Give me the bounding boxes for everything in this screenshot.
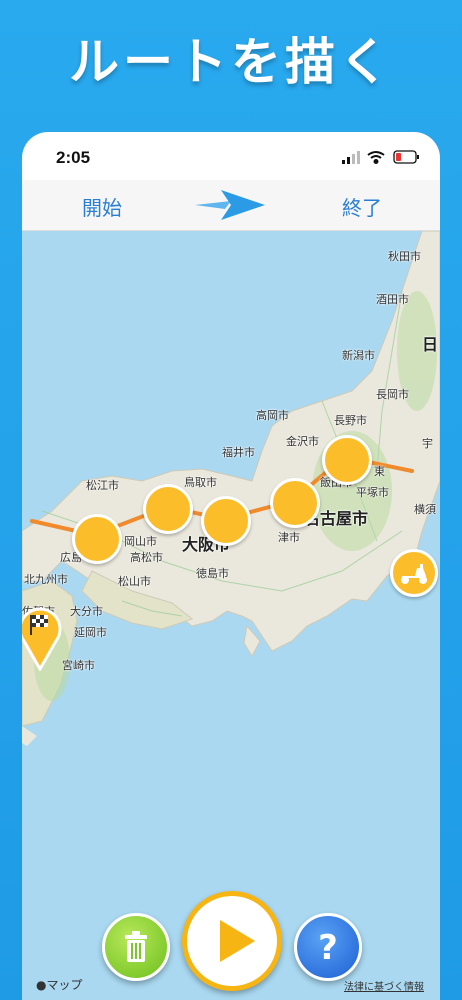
city-label: 長野市 [334, 414, 367, 427]
city-label: 平塚市 [356, 486, 389, 499]
route-stop[interactable] [322, 435, 372, 485]
route-stop[interactable] [270, 478, 320, 528]
svg-text:?: ? [318, 928, 338, 968]
city-label: 延岡市 [74, 626, 107, 639]
city-label: 宮崎市 [62, 659, 95, 672]
city-label: 岡山市 [124, 535, 157, 548]
city-label: 横須 [414, 503, 436, 516]
city-label: 鳥取市 [184, 476, 217, 489]
city-label: 大分市 [70, 605, 103, 618]
city-label: 新潟市 [342, 349, 375, 362]
map-view[interactable]: 秋田市 酒田市 新潟市 日 長岡市 高岡市 長野市 福井市 金沢市 松江市 鳥取… [22, 231, 440, 1000]
question-icon: ? [318, 928, 338, 968]
city-label: 酒田市 [376, 293, 409, 306]
trash-button[interactable] [102, 913, 170, 981]
scooter-marker[interactable] [390, 549, 438, 597]
paper-plane-icon [195, 190, 265, 220]
city-label: 金沢市 [286, 435, 319, 448]
status-time: 2:05 [56, 148, 91, 167]
city-label: 津市 [278, 531, 300, 544]
route-stop[interactable] [72, 514, 122, 564]
scooter-icon [401, 564, 427, 584]
start-button[interactable]: 開始 [82, 192, 122, 221]
route-stop[interactable] [201, 496, 251, 546]
city-label: 長岡市 [376, 388, 409, 401]
legal-link[interactable]: 法律に基づく情報 [344, 978, 424, 993]
city-label: 高松市 [130, 551, 163, 564]
end-button[interactable]: 終了 [342, 192, 382, 221]
city-label: 秋田市 [388, 250, 421, 263]
city-label: 松江市 [86, 479, 119, 492]
city-label: 宇 [422, 437, 433, 450]
city-label: 福井市 [222, 446, 255, 459]
city-label: 北九州市 [24, 573, 68, 586]
region-label: 日 [422, 335, 439, 354]
trash-icon [125, 931, 147, 962]
status-bar: 2:05 [22, 132, 440, 182]
nav-bar: 開始 終了 [22, 180, 440, 231]
city-label: 高岡市 [256, 409, 289, 422]
signal-icon [342, 151, 360, 164]
battery-icon [393, 150, 419, 164]
play-icon [220, 920, 255, 962]
city-label: 徳島市 [196, 567, 229, 580]
city-label: 東 [374, 465, 385, 478]
route-stop[interactable] [143, 484, 193, 534]
wifi-icon [367, 151, 385, 164]
help-button[interactable]: ? [294, 913, 362, 981]
phone-screen: 2:05 開始 終了 秋田市 酒田市 新潟市 日 長岡市 高岡市 長野市 福井市… [22, 132, 440, 1000]
play-button[interactable] [182, 891, 282, 991]
city-label: 松山市 [118, 575, 151, 588]
apple-icon: ● [36, 978, 47, 992]
headline: ルートを描く [69, 33, 393, 91]
maps-attribution: ●マップ [36, 978, 83, 992]
checkered-flag-pin-icon[interactable] [22, 601, 64, 671]
